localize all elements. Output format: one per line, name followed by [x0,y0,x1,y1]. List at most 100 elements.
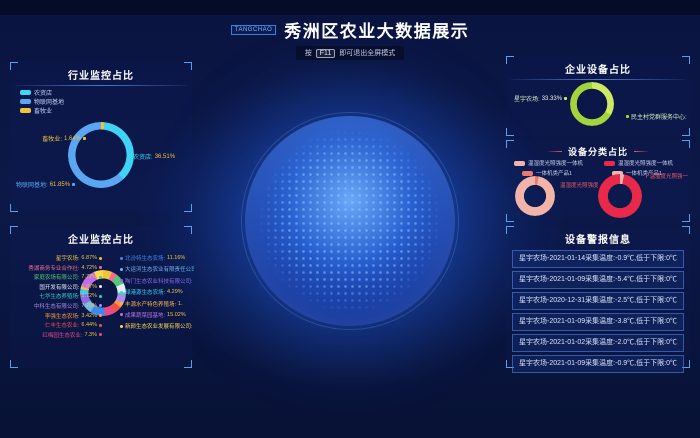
callout-marker [120,325,123,328]
callout-label: 七华生态养殖场1.72% [39,292,102,300]
callout-label: 畜牧业 1.64% [24,134,86,143]
callout-label: 新颜生态农业发展有限公司6.87% [120,322,194,330]
legend-label: 一体机类产品1 [536,169,572,177]
industry-legend: 农资店 物联网基地 畜牧业 [20,88,64,115]
legend-chip [522,171,533,176]
dashboard: TANGCHAO 秀洲区农业大数据展示 按 F11 即可退出全屏模式 行业监控占… [0,0,700,438]
legend-chip [20,108,31,113]
alarm-row: 星宇农场-2021-01-09采集温度:-0.9℃,低于下限:0℃ [512,355,684,373]
f11-key-badge: F11 [316,49,336,58]
callout-label: 丰源水产特色养殖场1. [120,300,183,308]
legend-item[interactable]: 物联网基地 [20,97,64,106]
callout-marker [564,97,567,100]
legend-item[interactable]: 畜牧业 [20,106,64,115]
callout-marker [120,279,123,282]
callout-label: 国开发有限公司6.87% [39,283,102,291]
legend-item[interactable]: 一体机类产品1 [514,169,583,177]
panel-industry-monitor-ratio: 行业监控占比 农资店 物联网基地 畜牧业 畜牧业 1.64% 农资店 36.51… [10,62,192,212]
callout-label: 中科生态有限公司7.29% [34,302,102,310]
corner-decoration [184,62,192,70]
corner-decoration [682,56,690,64]
callout-marker [120,313,123,316]
header: TANGCHAO 秀洲区农业大数据展示 按 F11 即可退出全屏模式 [0,0,700,60]
title-underline [15,85,187,86]
callout-marker [72,183,75,186]
callout-name: 农资店 [133,152,153,161]
callout-marker [99,257,102,260]
title-underline [511,79,685,80]
callout-name: 星宇农场 [514,94,540,103]
callout-label: 陶门生态农业科技有限公司 [120,277,194,285]
legend-label: 畜牧业 [34,106,52,115]
alarm-list: 星宇农场-2021-01-14采集温度:-0.9℃,低于下限:0℃ 星宇农场-2… [506,250,690,376]
alarm-row: 星宇农场-2021-01-14采集温度:-0.9℃,低于下限:0℃ [512,250,684,268]
callout-label: 星宇农场 33.33% [514,94,567,103]
legend-label: 温湿度光照强度一体机 [528,159,583,167]
alarm-row: 星宇农场-2021-01-02采集温度:-2.0℃,低于下限:0℃ [512,334,684,352]
red-dash-decoration [634,151,649,152]
corner-decoration [10,360,18,368]
corner-decoration [682,128,690,136]
legend-chip [514,161,525,166]
corner-decoration [506,140,514,148]
device-class-donut-right[interactable] [598,174,642,218]
panel-title: 企业设备占比 [506,56,690,76]
alarm-row: 星宇农场-2021-01-09采集温度:-3.8℃,低于下限:0℃ [512,313,684,331]
legend-label: 农资店 [34,88,52,97]
callout-marker [99,276,102,279]
legend-item[interactable]: 温湿度光照强度一体机 [604,159,673,167]
callout-name: 民主村党群服务中心 [631,112,687,121]
logo-badge: TANGCHAO [231,25,277,35]
legend-label: 温湿度光照强度一体机 [618,159,673,167]
enterprise-labels-left: 星宇农场6.87% 秀湖商务专业合作社4.72% 家庭农场有限公司7.72% 国… [12,254,102,339]
page-title: 秀洲区农业大数据展示 [284,17,469,42]
callout-label: 民主村党群服务中心 [626,112,687,121]
equipment-donut-chart[interactable] [570,82,614,126]
hint-prefix: 按 [305,48,312,58]
corner-decoration [506,128,514,136]
callout-label: 秀湖商务专业合作社4.72% [28,264,102,272]
callout-value: 1.64% [64,136,81,142]
legend-item[interactable]: 温湿度光照强度一体机 [514,159,583,167]
panel-title: 企业监控占比 [10,226,192,246]
callout-label: 星宇农场6.87% [56,254,102,262]
callout-marker [120,302,123,305]
callout-marker [99,304,102,307]
callout-marker [128,155,131,158]
callout-label: 农资店 36.51% [128,152,175,161]
globe-visualization [245,116,455,326]
legend-item[interactable]: 农资店 [20,88,64,97]
panel-title-row: 设备分类占比 [506,140,690,158]
callout-marker [99,266,102,269]
callout-label: 温湿度光照强度一 [558,181,598,189]
industry-donut-chart[interactable] [68,122,134,188]
alarm-row: 星宇农场-2021-01-09采集温度:-5.4℃,低于下限:0℃ [512,271,684,289]
globe-rim [241,112,459,330]
callout-marker [99,295,102,298]
hint-suffix: 即可退出全屏模式 [339,48,395,58]
callout-marker [626,115,629,118]
callout-label: 家庭农场有限公司7.72% [34,273,102,281]
corner-decoration [682,226,690,234]
callout-label: 北汾特生态农场11.16% [120,254,185,262]
red-dash-decoration [547,151,562,152]
device-class-donut-left[interactable] [515,176,555,216]
corner-decoration [10,204,18,212]
callout-label: 仁丰生态农业6.44% [45,321,102,329]
callout-marker [99,324,102,327]
callout-marker [120,291,123,294]
panel-title: 设备分类占比 [568,145,628,158]
callout-marker [120,257,123,260]
header-top-band [0,0,700,15]
callout-value: 61.85% [50,182,70,188]
panel-title: 行业监控占比 [10,62,192,82]
corner-decoration [184,226,192,234]
callout-name: 温湿度光照强一 [649,172,688,180]
legend-chip [20,99,31,104]
callout-marker [646,175,647,178]
callout-marker [99,333,102,336]
callout-label: 物联网基地 61.85% [16,180,75,189]
callout-marker [99,285,102,288]
callout-label: 绿港源生态农场4.29% [120,288,183,296]
legend-chip [20,90,31,95]
